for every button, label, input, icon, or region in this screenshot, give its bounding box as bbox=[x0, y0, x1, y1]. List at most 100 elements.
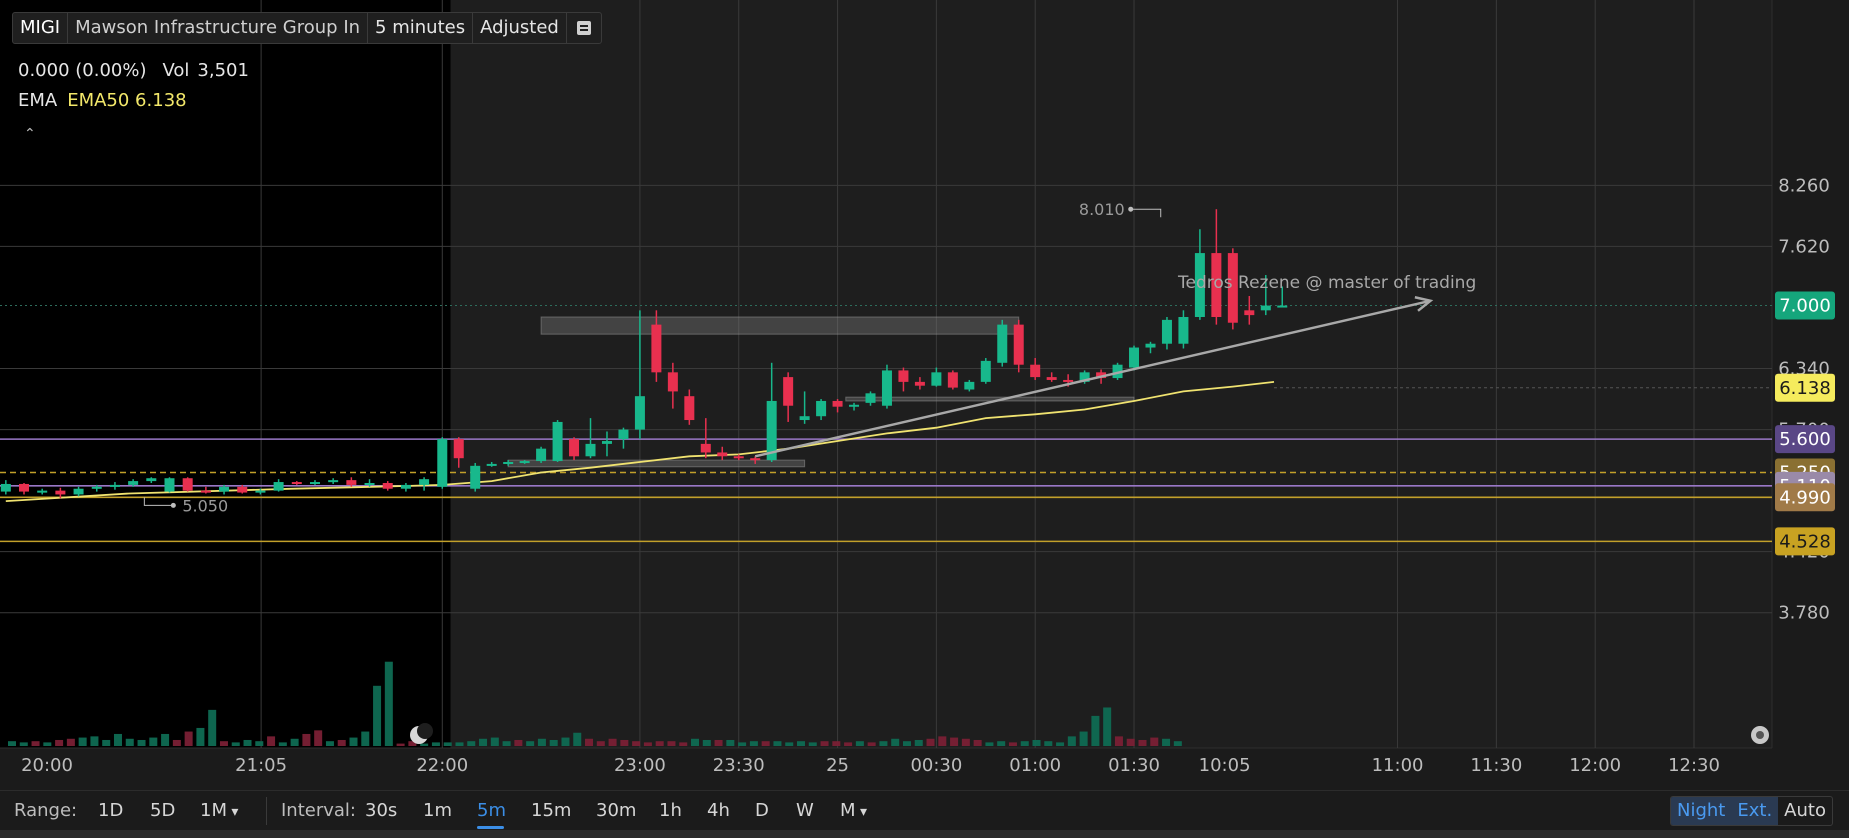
volume-bar bbox=[243, 739, 252, 746]
candle-body bbox=[536, 448, 547, 462]
symbol-description[interactable]: Mawson Infrastructure Group In bbox=[68, 13, 369, 43]
volume-bar bbox=[78, 737, 87, 746]
volume-bar bbox=[891, 738, 900, 746]
candle bbox=[470, 462, 481, 492]
volume-bar bbox=[66, 738, 75, 746]
candle-body bbox=[237, 486, 248, 493]
volume-bar bbox=[431, 742, 440, 746]
candle-body bbox=[309, 482, 320, 485]
gear-icon-hub bbox=[1756, 731, 1764, 739]
volume-bar bbox=[1044, 741, 1053, 746]
volume-bar bbox=[125, 738, 134, 746]
interval-15m[interactable]: 15m bbox=[531, 800, 571, 821]
candle-body bbox=[569, 439, 580, 457]
volume-bar bbox=[926, 738, 935, 746]
hline-price-label: 5.600 bbox=[1779, 429, 1831, 450]
candle-body bbox=[400, 484, 411, 489]
volume-bar bbox=[1032, 739, 1041, 746]
volume-bar bbox=[1114, 736, 1123, 746]
interval-w[interactable]: W bbox=[796, 800, 814, 821]
volume-bar bbox=[1067, 736, 1076, 746]
candle-body bbox=[947, 372, 958, 388]
collapse-caret-icon[interactable]: ⌃ bbox=[24, 126, 36, 142]
time-tick-label: 21:05 bbox=[235, 755, 287, 776]
volume-bar bbox=[302, 733, 311, 746]
symbol-ticker[interactable]: MIGI bbox=[13, 13, 69, 43]
candle-body bbox=[453, 439, 464, 459]
candle-body bbox=[733, 456, 744, 459]
range-1m[interactable]: 1M bbox=[200, 800, 238, 821]
candle-body bbox=[37, 490, 48, 493]
volume-bar bbox=[1103, 707, 1112, 746]
volume-bar bbox=[172, 739, 181, 746]
chart-annotation: Tedros Rezene @ master of trading bbox=[1177, 273, 1476, 293]
menu-icon[interactable] bbox=[567, 13, 601, 43]
volume-bar bbox=[161, 733, 170, 746]
volume-bar bbox=[879, 741, 888, 746]
interval-5m[interactable]: 5m bbox=[477, 800, 506, 821]
interval-selector[interactable]: 5 minutes bbox=[368, 13, 474, 43]
price-tick-label: 7.620 bbox=[1778, 236, 1830, 257]
candle-body bbox=[503, 462, 514, 465]
price-tick-label: 3.780 bbox=[1778, 603, 1830, 624]
time-tick-label: 12:30 bbox=[1668, 755, 1720, 776]
range-5d[interactable]: 5D bbox=[150, 800, 175, 821]
candle-body bbox=[783, 377, 794, 406]
interval-m[interactable]: M bbox=[840, 800, 867, 821]
volume-bar bbox=[985, 742, 994, 746]
volume-bar bbox=[267, 736, 276, 746]
interval-30s[interactable]: 30s bbox=[365, 800, 397, 821]
volume-bar bbox=[1079, 731, 1088, 746]
candle-body bbox=[382, 482, 393, 489]
price-chart[interactable]: 8.2607.6206.3405.7004.4203.78020:0021:05… bbox=[0, 0, 1849, 790]
candle-body bbox=[601, 441, 612, 444]
candle-body bbox=[799, 416, 810, 421]
volume-bar bbox=[184, 731, 193, 746]
interval-1h[interactable]: 1h bbox=[659, 800, 682, 821]
ema-study-name[interactable]: EMA bbox=[18, 90, 57, 111]
interval-30m[interactable]: 30m bbox=[596, 800, 636, 821]
volume-bar bbox=[467, 741, 476, 746]
time-tick-label: 22:00 bbox=[416, 755, 468, 776]
candle-body bbox=[651, 324, 662, 373]
candle-body bbox=[164, 478, 175, 492]
adjustment-selector[interactable]: Adjusted bbox=[473, 13, 567, 43]
candle-body bbox=[618, 429, 629, 440]
support-resistance-box bbox=[540, 316, 1020, 335]
interval-4h[interactable]: 4h bbox=[707, 800, 730, 821]
range-1d[interactable]: 1D bbox=[98, 800, 123, 821]
volume-bar bbox=[479, 738, 488, 746]
volume-value: 3,501 bbox=[197, 60, 249, 81]
volume-bar bbox=[55, 739, 64, 746]
volume-bar bbox=[1020, 741, 1029, 746]
volume-bar bbox=[620, 739, 629, 746]
interval-1m[interactable]: 1m bbox=[423, 800, 452, 821]
candle bbox=[164, 477, 175, 493]
interval-label: Interval: bbox=[281, 800, 356, 821]
time-scrollbar[interactable] bbox=[0, 830, 1849, 838]
time-tick-label: 10:05 bbox=[1199, 755, 1251, 776]
candle-body bbox=[1030, 364, 1041, 378]
candle-body bbox=[1145, 343, 1156, 348]
candle-body bbox=[519, 461, 530, 464]
volume-bar bbox=[396, 743, 405, 746]
candle-body bbox=[19, 483, 30, 492]
candle-body bbox=[200, 490, 211, 493]
volume-bar bbox=[655, 741, 664, 746]
extended-hours-toggle[interactable]: Ext. bbox=[1731, 797, 1779, 825]
night-toggle[interactable]: Night bbox=[1671, 797, 1732, 825]
volume-bar bbox=[149, 737, 158, 746]
candle-body bbox=[1178, 317, 1189, 344]
auto-scale-toggle[interactable]: Auto bbox=[1778, 797, 1832, 825]
interval-d[interactable]: D bbox=[755, 800, 769, 821]
price-change: 0.000 (0.00%) bbox=[18, 60, 147, 81]
candle-body bbox=[346, 480, 357, 485]
volume-bar bbox=[490, 737, 499, 746]
candle bbox=[997, 319, 1008, 367]
volume-bar bbox=[832, 741, 841, 746]
volume-bar bbox=[361, 731, 370, 746]
volume-bar bbox=[290, 738, 299, 746]
ema-price-label: 6.138 bbox=[1779, 378, 1831, 399]
volume-bar bbox=[632, 741, 641, 746]
range-label: Range: bbox=[14, 800, 78, 821]
